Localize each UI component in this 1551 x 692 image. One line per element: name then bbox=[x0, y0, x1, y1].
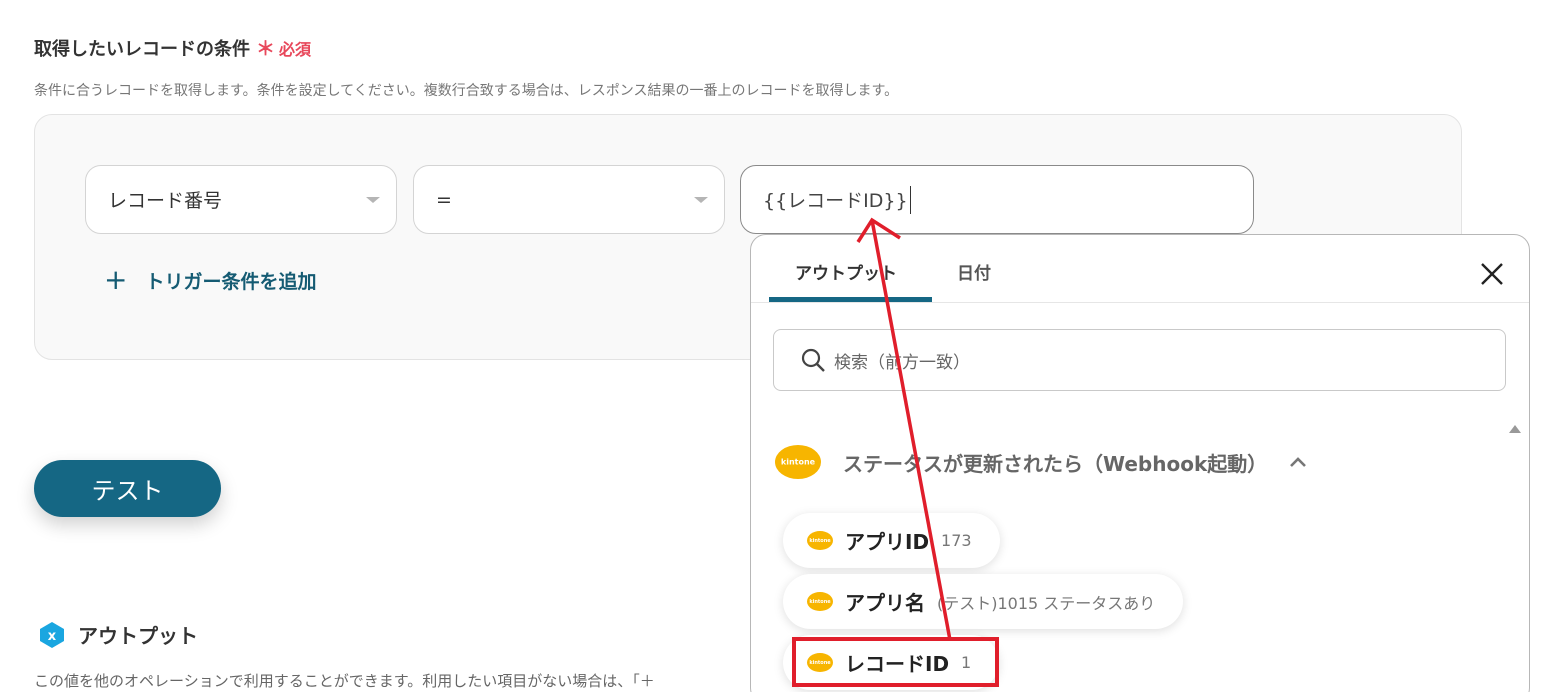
condition-value-input[interactable]: {{レコードID}} bbox=[740, 165, 1254, 234]
output-item-value: (テスト)1015 ステータスあり bbox=[937, 593, 1156, 613]
kintone-logo: kintone bbox=[775, 445, 821, 479]
section-title-text: 取得したいレコードの条件 bbox=[34, 38, 250, 60]
group-title: ステータスが更新されたら（Webhook起動） bbox=[843, 451, 1268, 476]
operator-select-value: = bbox=[436, 188, 452, 211]
search-placeholder: 検索（前方一致） bbox=[834, 352, 970, 373]
caret-down-icon bbox=[366, 197, 380, 203]
svg-text:x: x bbox=[48, 629, 57, 644]
tab-output[interactable]: アウトプット bbox=[795, 259, 897, 284]
operator-select[interactable]: = bbox=[413, 165, 725, 234]
output-item-value: 173 bbox=[941, 531, 972, 550]
output-description: この値を他のオペレーションで利用することができます。利用したい項目がない場合は、… bbox=[34, 672, 655, 690]
field-select-value: レコード番号 bbox=[108, 190, 223, 212]
output-badge-icon: x bbox=[40, 621, 64, 648]
plus-icon: + bbox=[104, 263, 128, 296]
output-heading: x アウトプット bbox=[38, 620, 198, 649]
output-heading-text: アウトプット bbox=[78, 624, 198, 648]
condition-value-text: {{レコードID}} bbox=[763, 190, 908, 212]
output-picker-panel: アウトプット 日付 検索（前方一致） kintone ステータスが更新されたら（… bbox=[750, 234, 1530, 692]
output-item-app-id[interactable]: kintone アプリID 173 bbox=[783, 513, 1000, 568]
active-tab-indicator bbox=[769, 297, 932, 302]
output-item-label: アプリID bbox=[845, 530, 930, 554]
search-icon bbox=[801, 348, 825, 372]
required-label: 必須 bbox=[279, 39, 312, 59]
add-trigger-condition-button[interactable]: + トリガー条件を追加 bbox=[104, 266, 316, 294]
text-cursor bbox=[909, 185, 911, 214]
add-trigger-label: トリガー条件を追加 bbox=[145, 270, 317, 293]
field-select[interactable]: レコード番号 bbox=[85, 165, 397, 234]
scroll-up-icon[interactable] bbox=[1509, 425, 1521, 433]
section-title: 取得したいレコードの条件 ＊ 必須 bbox=[34, 34, 311, 61]
kintone-logo: kintone bbox=[807, 531, 833, 550]
highlight-annotation-box bbox=[792, 637, 999, 687]
test-button[interactable]: テスト bbox=[34, 460, 221, 517]
output-item-label: アプリ名 bbox=[845, 591, 925, 615]
close-icon[interactable] bbox=[1479, 261, 1505, 287]
kintone-logo: kintone bbox=[807, 592, 833, 611]
panel-tabs: アウトプット 日付 bbox=[751, 235, 1529, 303]
required-asterisk-icon: ＊ bbox=[256, 38, 276, 60]
search-input[interactable]: 検索（前方一致） bbox=[773, 329, 1506, 391]
group-header[interactable]: kintone ステータスが更新されたら（Webhook起動） bbox=[775, 445, 1307, 479]
chevron-up-icon bbox=[1290, 457, 1307, 467]
output-item-app-name[interactable]: kintone アプリ名 (テスト)1015 ステータスあり bbox=[783, 574, 1184, 629]
section-description: 条件に合うレコードを取得します。条件を設定してください。複数行合致する場合は、レ… bbox=[34, 83, 899, 99]
caret-down-icon bbox=[694, 197, 708, 203]
tab-date[interactable]: 日付 bbox=[957, 259, 991, 284]
